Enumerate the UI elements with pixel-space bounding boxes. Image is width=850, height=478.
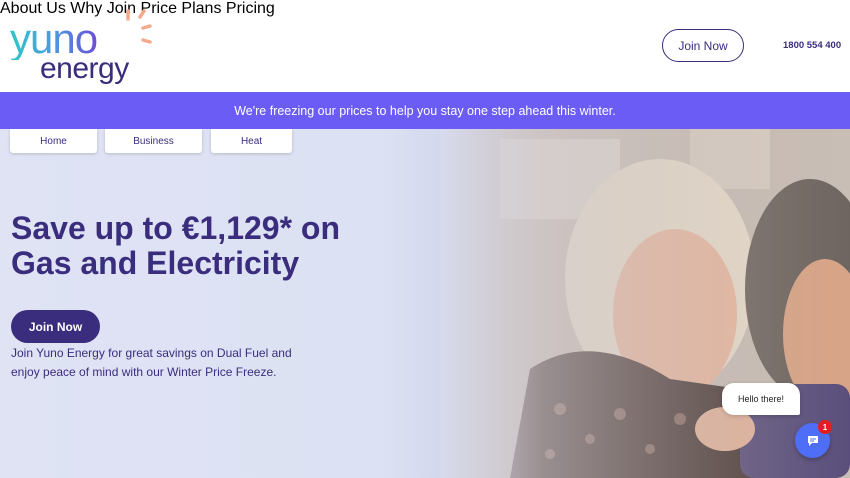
nav-pricing[interactable]: Pricing <box>226 0 275 17</box>
chat-icon <box>807 435 818 446</box>
chat-notification-badge: 1 <box>818 420 832 434</box>
promo-banner-text: We're freezing our prices to help you st… <box>234 103 616 118</box>
hero-subtext: Join Yuno Energy for great savings on Du… <box>11 346 292 379</box>
hero-section: Home Business Heat Save up to €1,129* on… <box>0 129 850 478</box>
phone-number-link[interactable]: 1800 554 400 <box>783 40 841 51</box>
site-header: yuno energy About Us Why Join Price Plan… <box>0 0 850 92</box>
tab-heat[interactable]: Heat <box>211 129 292 153</box>
tab-business[interactable]: Business <box>105 129 202 153</box>
yuno-energy-logo[interactable]: yuno energy <box>10 8 155 86</box>
logo-text-bottom: energy <box>40 52 129 85</box>
hero-headline: Save up to €1,129* on Gas and Electricit… <box>11 210 341 281</box>
hero-photo-two-women <box>440 129 850 478</box>
promo-banner: We're freezing our prices to help you st… <box>0 92 850 129</box>
tab-home[interactable]: Home <box>10 129 97 153</box>
join-now-hero-button[interactable]: Join Now <box>11 310 100 343</box>
join-now-header-button[interactable]: Join Now <box>662 29 744 62</box>
sun-rays-icon <box>126 9 152 44</box>
chat-greeting-bubble[interactable]: Hello there! <box>722 383 800 415</box>
